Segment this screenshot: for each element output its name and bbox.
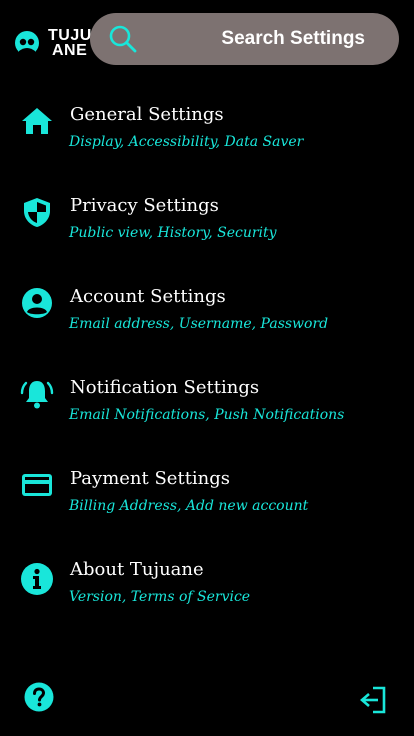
logout-icon[interactable]: [359, 686, 387, 714]
menu-item-title: General Settings: [70, 104, 224, 125]
search-icon: [109, 25, 137, 53]
menu-item-title: Account Settings: [70, 286, 226, 307]
menu-item-notification-settings[interactable]: Notification Settings Email Notification…: [0, 373, 414, 443]
bell-ringing-icon: [20, 381, 54, 409]
menu-item-subtitle: Email Notifications, Push Notifications: [69, 407, 345, 423]
logo-text: TUJU ANE: [48, 27, 92, 59]
menu-item-title: Notification Settings: [70, 377, 260, 398]
menu-item-subtitle: Display, Accessibility, Data Saver: [69, 134, 304, 150]
menu-item-title: Privacy Settings: [70, 195, 219, 216]
app-logo: TUJU ANE: [14, 28, 91, 60]
credit-card-icon: [22, 474, 52, 496]
menu-item-subtitle: Public view, History, Security: [69, 225, 277, 241]
info-icon: [21, 563, 53, 595]
menu-item-title: About Tujuane: [70, 559, 204, 580]
menu-item-privacy-settings[interactable]: Privacy Settings Public view, History, S…: [0, 191, 414, 261]
logo-text-line1: TUJU: [48, 27, 92, 44]
menu-item-account-settings[interactable]: Account Settings Email address, Username…: [0, 282, 414, 352]
search-input[interactable]: Search Settings: [221, 28, 365, 50]
menu-item-title: Payment Settings: [70, 468, 231, 489]
account-circle-icon: [22, 288, 52, 318]
menu-item-subtitle: Email address, Username, Password: [69, 316, 329, 332]
menu-item-subtitle: Version, Terms of Service: [69, 589, 251, 605]
shield-icon: [24, 198, 50, 227]
menu-item-payment-settings[interactable]: Payment Settings Billing Address, Add ne…: [0, 464, 414, 534]
home-icon: [22, 108, 52, 134]
menu-item-about-tujuane[interactable]: About Tujuane Version, Terms of Service: [0, 555, 414, 625]
menu-item-general-settings[interactable]: General Settings Display, Accessibility,…: [0, 100, 414, 170]
logo-icon: [15, 31, 39, 55]
help-icon[interactable]: [24, 682, 54, 712]
menu-item-subtitle: Billing Address, Add new account: [69, 498, 309, 514]
search-bar[interactable]: Search Settings: [90, 13, 399, 65]
logo-text-line2: ANE: [52, 42, 88, 59]
